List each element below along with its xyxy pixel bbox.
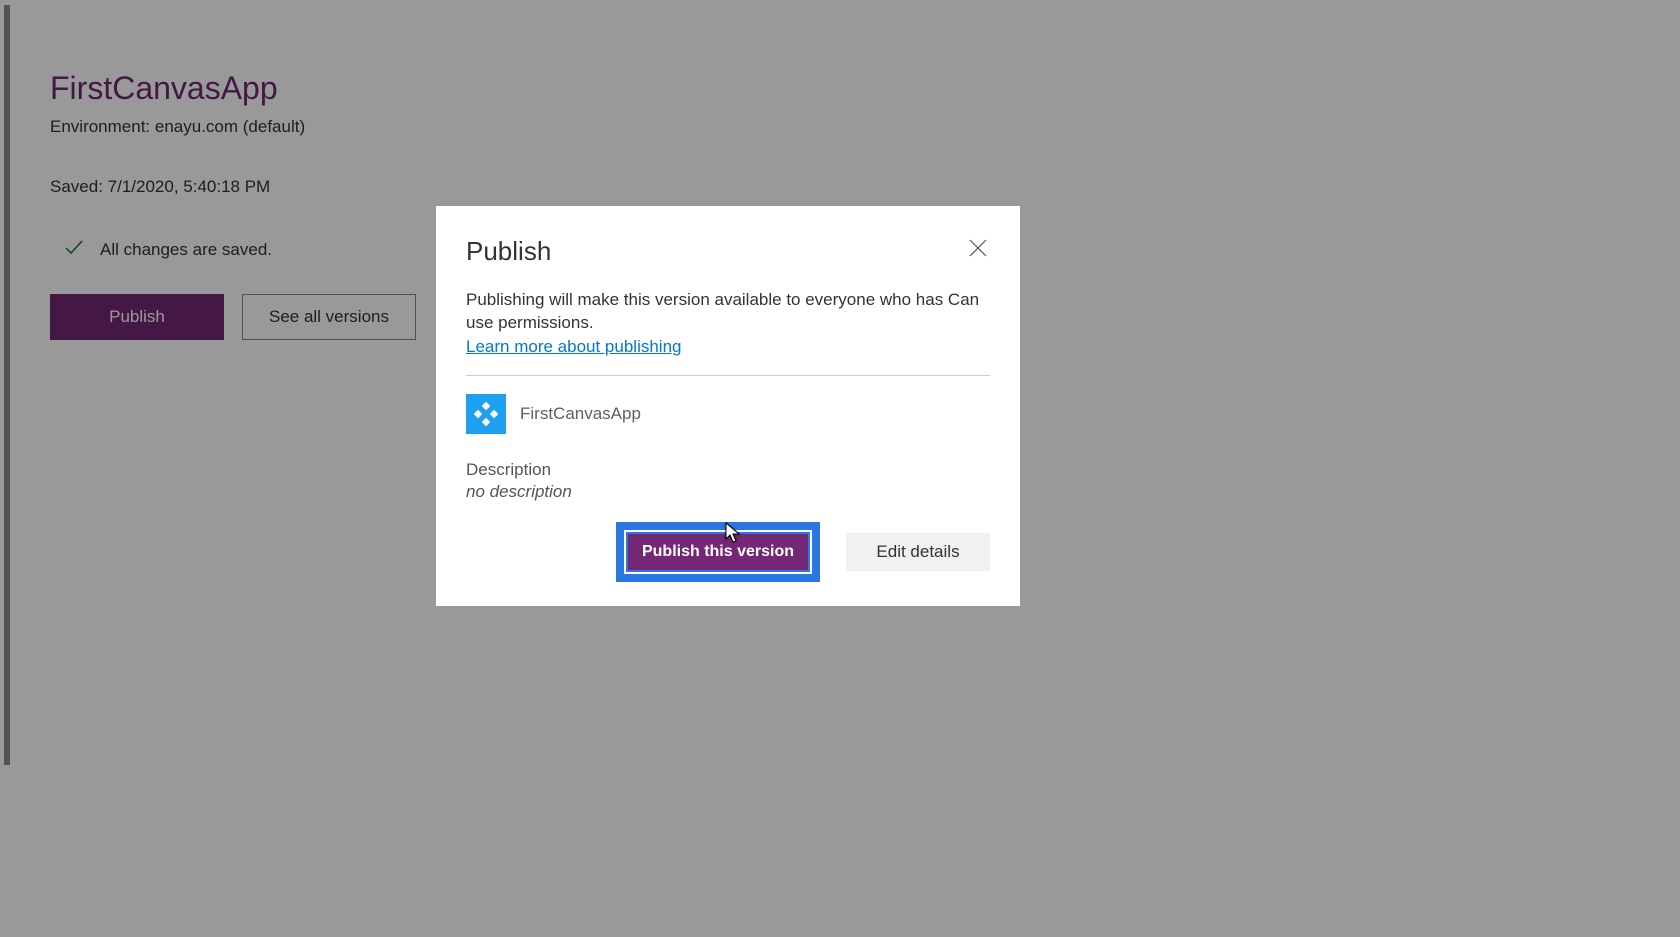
modal-header: Publish: [466, 236, 990, 267]
modal-app-name: FirstCanvasApp: [520, 404, 641, 424]
edit-details-button[interactable]: Edit details: [846, 533, 990, 571]
divider: [466, 375, 990, 376]
modal-title: Publish: [466, 236, 551, 267]
highlight-inner: Publish this version: [624, 530, 812, 574]
cursor-icon: [725, 522, 743, 551]
description-value: no description: [466, 482, 990, 502]
highlight-box: Publish this version: [616, 522, 820, 582]
powerapps-icon: [466, 394, 506, 434]
description-label: Description: [466, 460, 990, 480]
modal-description: Publishing will make this version availa…: [466, 289, 990, 335]
publish-this-version-button[interactable]: Publish this version: [628, 534, 808, 570]
learn-more-link[interactable]: Learn more about publishing: [466, 337, 681, 357]
app-row: FirstCanvasApp: [466, 394, 990, 434]
close-button[interactable]: [966, 236, 990, 265]
close-icon: [968, 245, 988, 262]
